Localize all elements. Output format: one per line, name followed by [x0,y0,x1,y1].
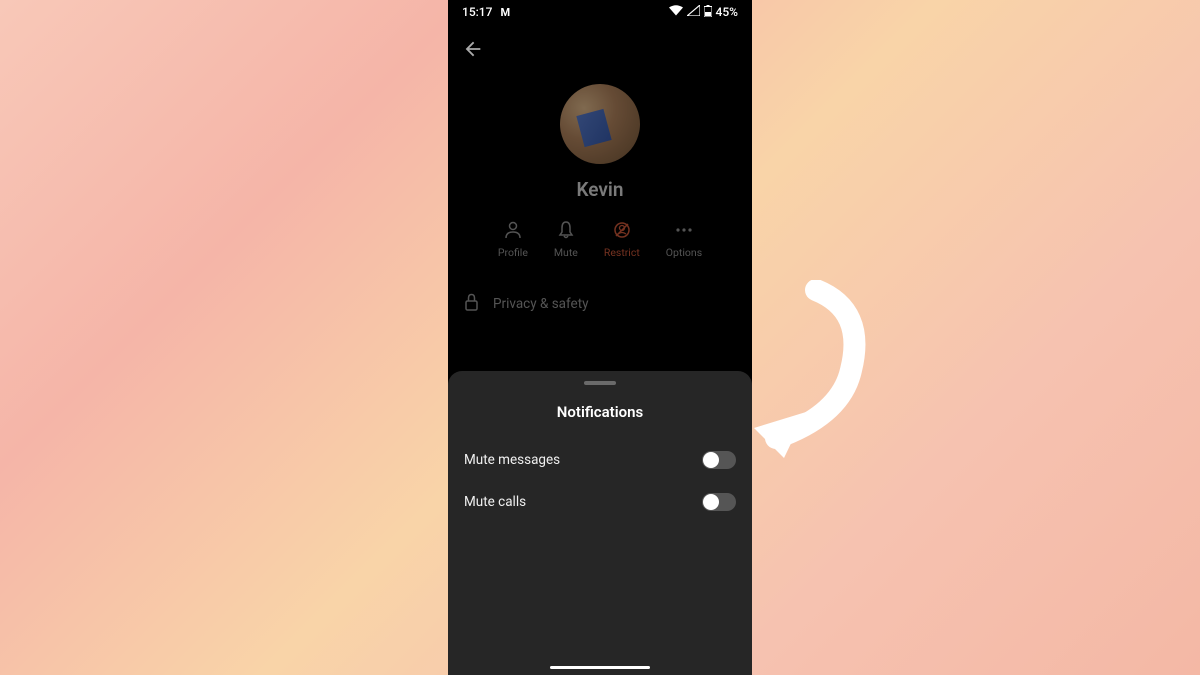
restrict-icon [612,219,632,241]
more-icon [674,219,694,241]
drag-handle[interactable] [584,381,616,385]
profile-action[interactable]: Profile [498,219,528,259]
mute-messages-toggle[interactable] [702,451,736,469]
lock-icon [464,293,479,315]
mute-calls-toggle[interactable] [702,493,736,511]
mute-messages-label: Mute messages [464,452,560,468]
mute-messages-row: Mute messages [448,439,752,481]
mute-calls-label: Mute calls [464,494,526,510]
restrict-label: Restrict [604,246,640,259]
privacy-safety-row[interactable]: Privacy & safety [448,293,752,315]
wifi-icon [669,5,683,19]
gmail-icon: M [500,6,509,19]
bell-icon [556,219,576,241]
privacy-label: Privacy & safety [493,296,589,312]
mute-action[interactable]: Mute [554,219,578,259]
battery-icon [704,5,712,20]
options-action[interactable]: Options [666,219,702,259]
avatar[interactable] [560,84,640,164]
sheet-title: Notifications [448,403,752,421]
options-label: Options [666,246,702,259]
signal-icon [687,5,700,19]
battery-percent: 45% [716,5,738,19]
clock: 15:17 [462,5,492,19]
phone-frame: 15:17 M 45% Kevin Profile [448,0,752,675]
mute-label: Mute [554,246,578,259]
profile-section: Kevin Profile Mute Restrict [448,24,752,259]
annotation-arrow [736,280,876,464]
restrict-action[interactable]: Restrict [604,219,640,259]
action-row: Profile Mute Restrict Options [498,219,702,259]
status-bar: 15:17 M 45% [448,0,752,24]
profile-label: Profile [498,246,528,259]
nav-bar-handle[interactable] [550,666,650,670]
profile-name: Kevin [577,178,624,201]
notifications-sheet: Notifications Mute messages Mute calls [448,371,752,675]
person-icon [503,219,523,241]
mute-calls-row: Mute calls [448,481,752,523]
